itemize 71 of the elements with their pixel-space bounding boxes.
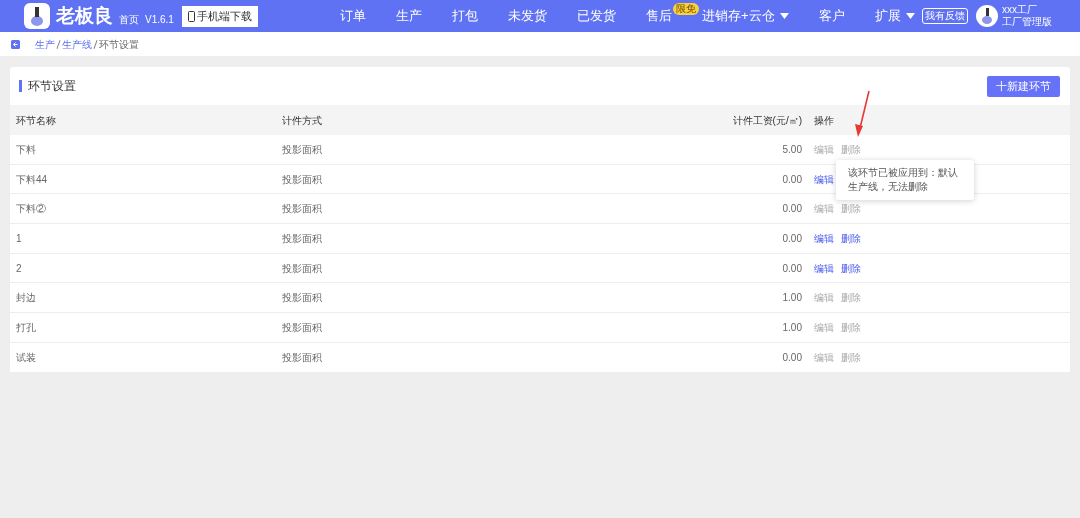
column-header: 环节名称 <box>15 113 57 128</box>
home-link[interactable]: 首页 <box>119 11 139 27</box>
edit-link[interactable]: 编辑 <box>814 201 834 217</box>
edit-link[interactable]: 编辑 <box>814 230 834 246</box>
table-cell-text: 投影面积 <box>282 202 323 217</box>
nav-item[interactable]: 售后 <box>645 6 672 26</box>
table-cell-text: 2 <box>15 261 23 276</box>
table-cell-text: 1.00 <box>781 291 802 306</box>
delete-link[interactable]: 删除 <box>841 141 861 157</box>
table-cell-text: 打孔 <box>15 320 37 335</box>
promo-badge: 限免 <box>672 3 699 16</box>
table-cell-text: 试装 <box>15 350 37 365</box>
nav-item[interactable]: 生产 <box>395 6 422 26</box>
section-title: 环节设置 <box>28 78 76 95</box>
nav-item[interactable]: 已发货 <box>576 6 616 26</box>
nav-item[interactable]: 打包 <box>451 6 478 26</box>
table-cell-text: 封边 <box>15 291 37 306</box>
delete-link[interactable]: 删除 <box>841 230 861 246</box>
column-header: 操作 <box>813 113 834 128</box>
table-cell-text: 下料44 <box>15 172 49 187</box>
nav-item[interactable]: 扩展 <box>874 6 915 26</box>
avatar-icon[interactable] <box>976 5 998 27</box>
nav-item[interactable]: 未发货 <box>507 6 547 26</box>
logo-icon <box>24 3 50 29</box>
table-cell-text: 0.00 <box>781 261 802 276</box>
nav-item[interactable]: 客户 <box>818 6 845 26</box>
column-header: 计件方式 <box>282 113 323 128</box>
table-cell-text: 下料② <box>15 202 47 217</box>
edit-link[interactable]: 编辑 <box>814 349 834 365</box>
delete-link[interactable]: 删除 <box>841 260 861 276</box>
back-icon[interactable] <box>11 39 20 49</box>
table-cell-text: 1.00 <box>781 320 802 335</box>
table-cell-text: 投影面积 <box>282 142 323 157</box>
new-step-button[interactable]: 十新建环节 <box>987 75 1060 97</box>
breadcrumb-current: 环节设置 <box>99 37 139 52</box>
table-cell-text: 投影面积 <box>282 172 323 187</box>
table-cell-text: 投影面积 <box>282 261 323 276</box>
feedback-button[interactable]: 我有反馈 <box>922 8 968 24</box>
table-cell-text: 0.00 <box>781 172 802 187</box>
table-cell-text: 0.00 <box>781 350 802 365</box>
tooltip: 该环节已被应用到：默认生产线，无法删除 <box>836 160 974 200</box>
delete-link[interactable]: 删除 <box>841 349 861 365</box>
annotation-arrow <box>853 90 871 138</box>
table-cell-text: 0.00 <box>781 202 802 217</box>
table-cell-text: 投影面积 <box>282 291 323 306</box>
table-cell-text: 下料 <box>15 142 37 157</box>
version-label: V1.6.1 <box>145 12 174 27</box>
download-button[interactable]: 手机端下载 <box>181 5 258 27</box>
edit-link[interactable]: 编辑 <box>814 141 834 157</box>
table-cell-text: 1 <box>15 231 23 246</box>
delete-link[interactable]: 删除 <box>841 290 861 306</box>
edit-link[interactable]: 编辑 <box>814 290 834 306</box>
brand-name: 老板良 <box>56 3 113 28</box>
column-header: 计件工资(元/㎡) <box>731 113 802 128</box>
edit-link[interactable]: 编辑 <box>814 319 834 335</box>
table-cell-text: 投影面积 <box>282 320 323 335</box>
table-cell-text: 0.00 <box>781 231 802 246</box>
edit-link[interactable]: 编辑 <box>814 171 834 187</box>
delete-link[interactable]: 删除 <box>841 319 861 335</box>
phone-icon <box>187 10 195 22</box>
user-name: xxx工厂 <box>1002 4 1038 16</box>
table-cell-text: 投影面积 <box>282 231 323 246</box>
table-cell-text: 5.00 <box>781 142 802 157</box>
table-cell-text: 投影面积 <box>282 350 323 365</box>
nav-item[interactable]: 订单 <box>339 6 366 26</box>
nav-item[interactable]: 进销存+云仓 <box>701 6 789 26</box>
user-role: 工厂管理版 <box>1002 16 1052 28</box>
breadcrumb-link[interactable]: 生产 <box>35 36 55 52</box>
edit-link[interactable]: 编辑 <box>814 260 834 276</box>
breadcrumb-link[interactable]: 生产线 <box>62 36 92 52</box>
delete-link[interactable]: 删除 <box>841 201 861 217</box>
